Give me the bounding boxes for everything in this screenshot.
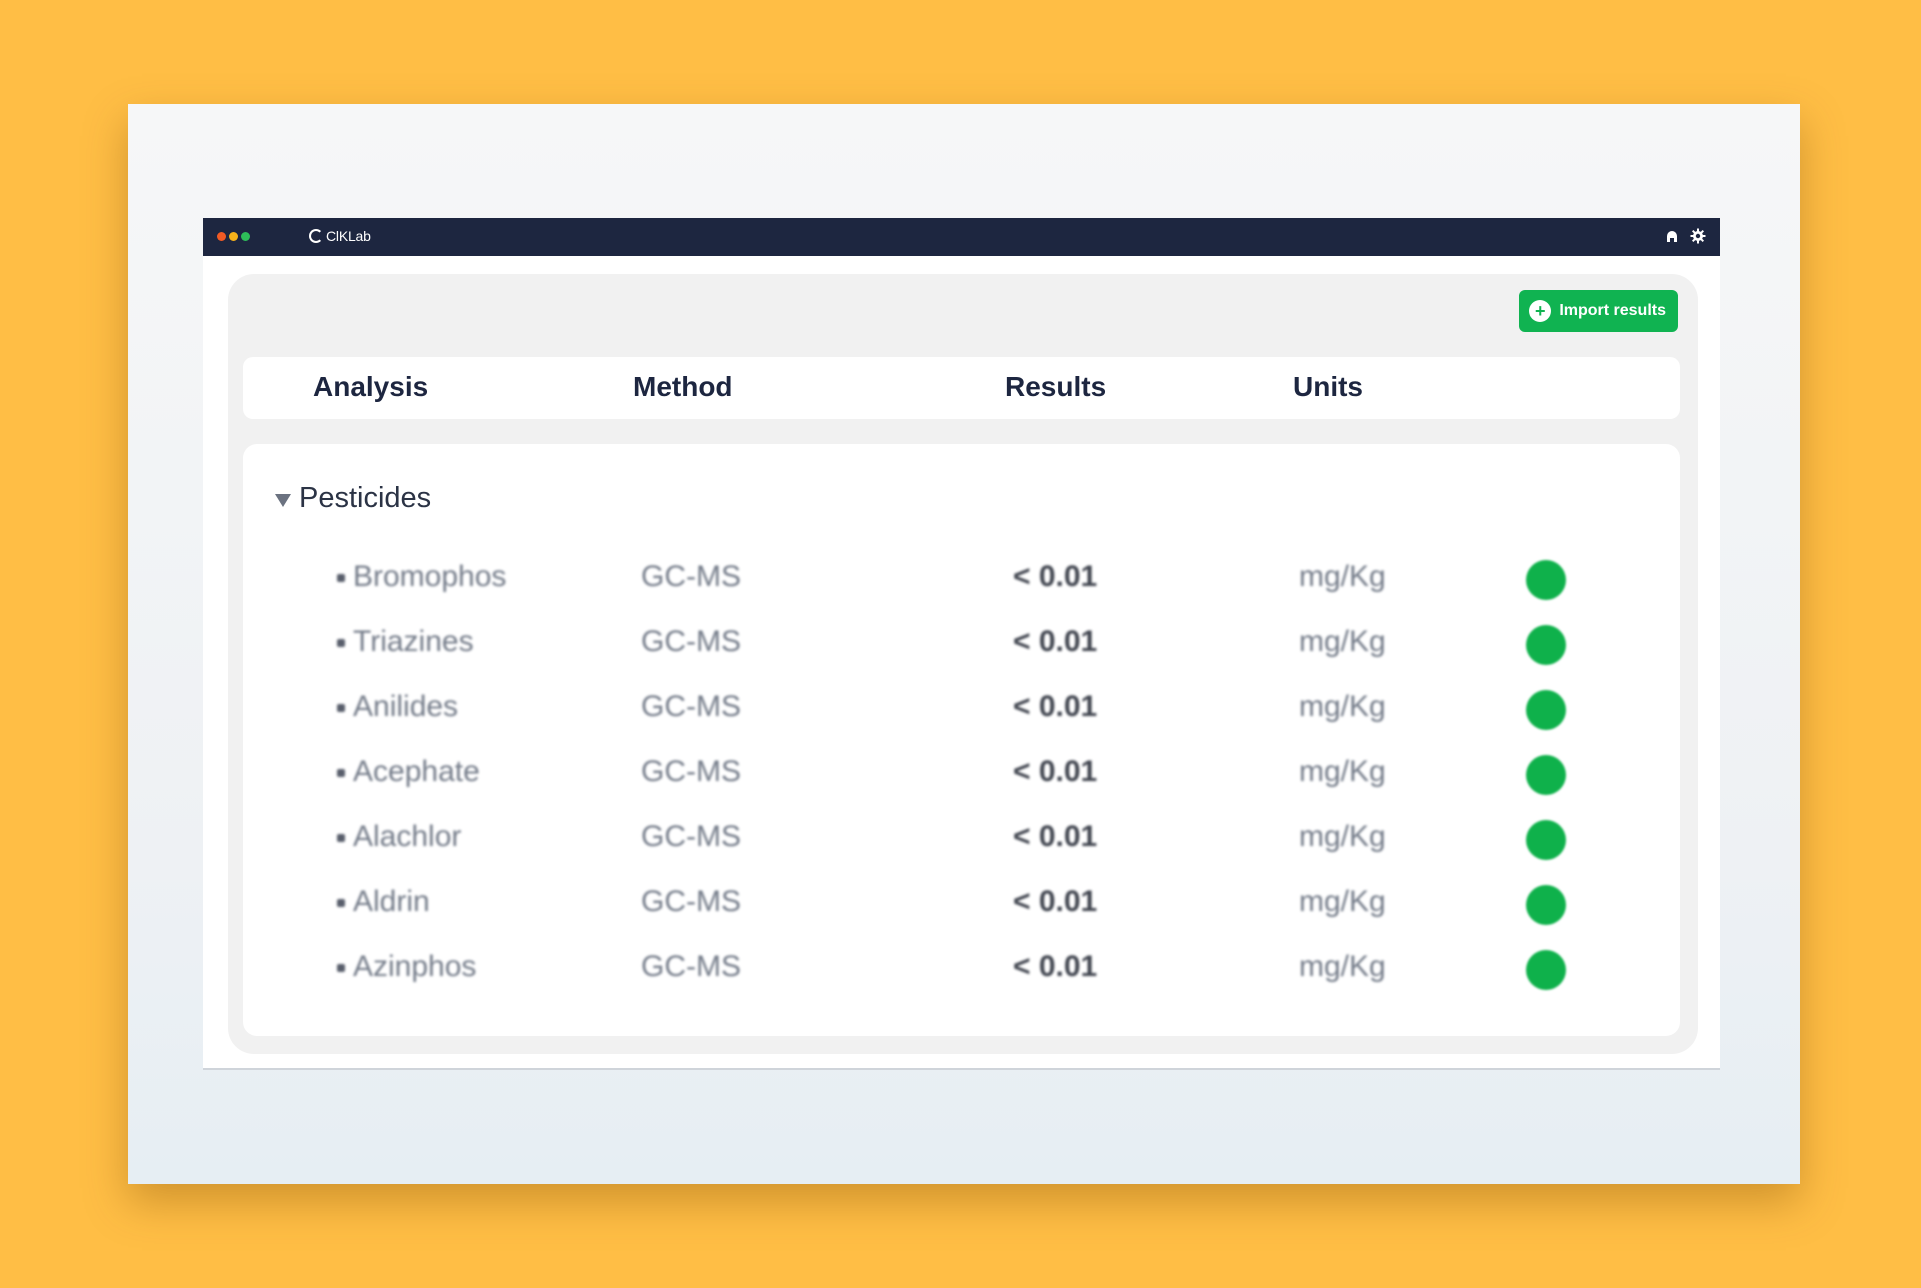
result-cell: < 0.01 (1013, 625, 1098, 658)
analysis-cell: Bromophos (336, 560, 507, 593)
table-row[interactable]: Bromophos GC-MS < 0.01 mg/Kg (243, 552, 1680, 604)
app-name: ClKLab (326, 228, 371, 244)
result-cell: < 0.01 (1013, 820, 1098, 853)
result-cell: < 0.01 (1013, 885, 1098, 918)
close-window-dot[interactable] (217, 232, 226, 241)
maximize-window-dot[interactable] (241, 232, 250, 241)
status-ok-indicator (1526, 625, 1566, 665)
status-ok-indicator (1526, 690, 1566, 730)
table-row[interactable]: Acephate GC-MS < 0.01 mg/Kg (243, 747, 1680, 799)
title-bar: ClKLab (203, 218, 1720, 256)
header-method[interactable]: Method (633, 371, 733, 403)
status-ok-indicator (1526, 885, 1566, 925)
status-ok-indicator (1526, 950, 1566, 990)
method-cell: GC-MS (641, 950, 741, 983)
plus-icon: + (1529, 300, 1552, 322)
group-title: Pesticides (299, 482, 432, 514)
analysis-cell: Alachlor (336, 820, 462, 853)
caret-down-icon[interactable] (275, 494, 291, 507)
titlebar-actions (1664, 227, 1706, 245)
analysis-cell: Triazines (337, 625, 474, 658)
unit-cell: mg/Kg (1299, 690, 1386, 723)
presentation-frame: ClKLab + Import results Analysis Method … (128, 104, 1800, 1184)
unit-cell: mg/Kg (1299, 950, 1386, 983)
method-cell: GC-MS (641, 820, 741, 853)
header-units[interactable]: Units (1293, 371, 1363, 403)
table-row[interactable]: Azinphos GC-MS < 0.01 mg/Kg (243, 942, 1680, 994)
unit-cell: mg/Kg (1299, 885, 1386, 918)
header-results[interactable]: Results (1005, 371, 1106, 403)
table-row[interactable]: Anilides GC-MS < 0.01 mg/Kg (243, 682, 1680, 734)
table-row[interactable]: Alachlor GC-MS < 0.01 mg/Kg (243, 812, 1680, 864)
method-cell: GC-MS (641, 690, 741, 723)
analysis-cell: Aldrin (337, 885, 430, 918)
unit-cell: mg/Kg (1299, 625, 1386, 658)
status-ok-indicator (1526, 820, 1566, 860)
analysis-cell: Acephate (337, 755, 480, 788)
status-ok-indicator (1526, 560, 1566, 600)
app-window: ClKLab + Import results Analysis Method … (203, 218, 1720, 1070)
table-header: Analysis Method Results Units (243, 357, 1680, 419)
method-cell: GC-MS (641, 755, 741, 788)
logo-icon (309, 229, 323, 243)
window-controls (217, 232, 250, 241)
result-cell: < 0.01 (1013, 560, 1098, 593)
table-body: Pesticides Bromophos GC-MS < 0.01 mg/Kg … (243, 444, 1680, 1036)
method-cell: GC-MS (641, 560, 741, 593)
results-panel: + Import results Analysis Method Results… (228, 274, 1698, 1054)
user-icon[interactable] (1664, 227, 1680, 245)
table-row[interactable]: Triazines GC-MS < 0.01 mg/Kg (243, 617, 1680, 669)
analysis-cell: Azinphos (336, 950, 477, 983)
gear-icon[interactable] (1690, 227, 1706, 245)
import-results-label: Import results (1559, 302, 1666, 319)
result-cell: < 0.01 (1013, 690, 1098, 723)
import-results-button[interactable]: + Import results (1519, 290, 1678, 332)
result-cell: < 0.01 (1013, 950, 1098, 983)
method-cell: GC-MS (641, 625, 741, 658)
method-cell: GC-MS (641, 885, 741, 918)
result-cell: < 0.01 (1013, 755, 1098, 788)
table-row[interactable]: Aldrin GC-MS < 0.01 mg/Kg (243, 877, 1680, 929)
unit-cell: mg/Kg (1299, 560, 1386, 593)
unit-cell: mg/Kg (1299, 755, 1386, 788)
app-logo: ClKLab (309, 228, 371, 244)
group-pesticides[interactable]: Pesticides (275, 482, 431, 515)
minimize-window-dot[interactable] (229, 232, 238, 241)
unit-cell: mg/Kg (1299, 820, 1386, 853)
header-analysis[interactable]: Analysis (313, 371, 428, 403)
status-ok-indicator (1526, 755, 1566, 795)
analysis-cell: Anilides (336, 690, 459, 723)
